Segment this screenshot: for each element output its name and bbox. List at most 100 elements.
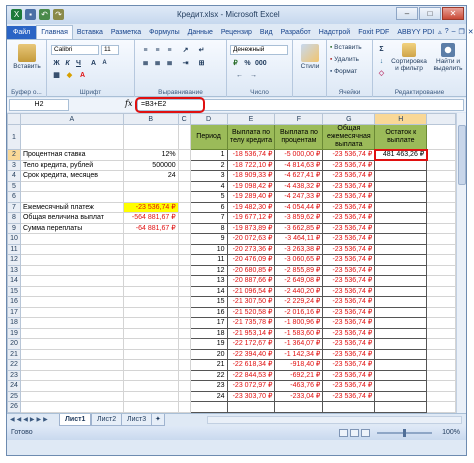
row-header[interactable]: 18 — [7, 317, 21, 329]
orientation-icon[interactable]: ↗ — [181, 46, 190, 55]
cell-i1[interactable] — [426, 124, 456, 150]
cell-interest[interactable]: -1 142,34 ₽ — [274, 348, 324, 360]
cell-c23[interactable] — [177, 369, 191, 381]
font-size-combo[interactable]: 11 — [101, 45, 119, 55]
cell-c12[interactable] — [177, 254, 191, 266]
cell-principal[interactable]: -19 289,40 ₽ — [226, 191, 276, 203]
cell-b24[interactable] — [122, 380, 179, 392]
cell-total[interactable] — [322, 401, 376, 413]
cell-total[interactable]: -23 536,74 ₽ — [322, 390, 376, 402]
header-period[interactable]: Период — [189, 124, 228, 150]
tab-abbyy[interactable]: ABBYY PDI — [393, 26, 438, 39]
paste-button[interactable]: Вставить — [11, 44, 43, 70]
cell-a25[interactable] — [19, 390, 124, 402]
help-icon[interactable]: ? — [445, 28, 449, 36]
row-header[interactable]: 20 — [7, 338, 21, 350]
cell-interest[interactable]: -5 000,00 ₽ — [274, 149, 324, 161]
fx-icon[interactable]: fx — [125, 99, 132, 108]
cell-remaining[interactable] — [374, 201, 428, 213]
cell-c3[interactable] — [177, 159, 191, 171]
scroll-thumb[interactable] — [458, 125, 466, 185]
cell-i6[interactable] — [426, 191, 456, 203]
cell-c25[interactable] — [177, 390, 191, 402]
insert-cells-button[interactable]: ▪ Вставить — [330, 44, 362, 51]
cell-total[interactable]: -23 536,74 ₽ — [322, 317, 376, 329]
cell-total[interactable]: -23 536,74 ₽ — [322, 254, 376, 266]
cell-total[interactable]: -23 536,74 ₽ — [322, 170, 376, 182]
cell-interest[interactable]: -4 247,33 ₽ — [274, 191, 324, 203]
cell-principal[interactable]: -19 482,30 ₽ — [226, 201, 276, 213]
cell-period[interactable]: 11 — [189, 254, 228, 266]
cell-remaining[interactable] — [374, 243, 428, 255]
row-header[interactable]: 24 — [7, 380, 21, 392]
normal-view-icon[interactable] — [339, 429, 348, 437]
column-header-f[interactable]: F — [274, 113, 324, 125]
cell-b6[interactable] — [122, 191, 179, 203]
cell-principal[interactable]: -22 844,53 ₽ — [226, 369, 276, 381]
cell-i21[interactable] — [426, 348, 456, 360]
cell-a10[interactable] — [19, 233, 124, 245]
row-header[interactable]: 9 — [7, 222, 21, 234]
cell-interest[interactable]: -1 583,60 ₽ — [274, 327, 324, 339]
cell-remaining[interactable] — [374, 296, 428, 308]
cell-i26[interactable] — [426, 401, 456, 413]
cell-total[interactable]: -23 536,74 ₽ — [322, 149, 376, 161]
cell-remaining[interactable] — [374, 159, 428, 171]
cell-i18[interactable] — [426, 317, 456, 329]
cell-c7[interactable] — [177, 201, 191, 213]
cell-i4[interactable] — [426, 170, 456, 182]
cell-period[interactable]: 3 — [189, 170, 228, 182]
align-bottom-icon[interactable]: ≡ — [165, 46, 174, 55]
cell-a9[interactable]: Сумма переплаты — [19, 222, 124, 234]
cell-c1[interactable] — [177, 124, 191, 150]
align-top-icon[interactable]: ≡ — [141, 46, 150, 55]
cell-a5[interactable] — [19, 180, 124, 192]
cell-period[interactable]: 1 — [189, 149, 228, 161]
row-header[interactable]: 2 — [7, 149, 21, 161]
cell-i15[interactable] — [426, 285, 456, 297]
cell-total[interactable]: -23 536,74 ₽ — [322, 212, 376, 224]
selected-cell-h2[interactable]: 481 463,26 ₽ — [373, 148, 428, 161]
cell-a17[interactable] — [19, 306, 124, 318]
cell-i11[interactable] — [426, 243, 456, 255]
cell-a14[interactable] — [19, 275, 124, 287]
cell-interest[interactable]: -2 229,24 ₽ — [274, 296, 324, 308]
cell-total[interactable]: -23 536,74 ₽ — [322, 369, 376, 381]
cell-b1[interactable] — [122, 124, 179, 150]
cell-period[interactable] — [189, 401, 228, 413]
cell-period[interactable]: 9 — [189, 233, 228, 245]
cell-remaining[interactable] — [374, 170, 428, 182]
row-header[interactable]: 22 — [7, 359, 21, 371]
autosum-icon[interactable]: Σ — [377, 45, 386, 54]
cell-interest[interactable] — [274, 401, 324, 413]
cell-total[interactable]: -23 536,74 ₽ — [322, 380, 376, 392]
cell-interest[interactable]: -3 464,11 ₽ — [274, 233, 324, 245]
tab-data[interactable]: Данные — [184, 26, 217, 39]
row-header[interactable]: 19 — [7, 327, 21, 339]
redo-icon[interactable]: ↷ — [53, 9, 64, 20]
align-right-icon[interactable]: ≣ — [165, 59, 174, 68]
cell-remaining[interactable] — [374, 180, 428, 192]
cell-a22[interactable] — [19, 359, 124, 371]
tab-addins[interactable]: Надстрой — [315, 26, 354, 39]
vertical-scrollbar[interactable] — [456, 113, 466, 413]
cell-c17[interactable] — [177, 306, 191, 318]
cell-interest[interactable]: -692,21 ₽ — [274, 369, 324, 381]
cell-period[interactable]: 15 — [189, 296, 228, 308]
column-header-b[interactable]: B — [122, 113, 179, 125]
cell-remaining[interactable] — [374, 369, 428, 381]
page-break-view-icon[interactable] — [361, 429, 370, 437]
column-header-e[interactable]: E — [226, 113, 276, 125]
cell-b22[interactable] — [122, 359, 179, 371]
cell-interest[interactable]: -4 814,63 ₽ — [274, 159, 324, 171]
column-header-h[interactable]: H — [374, 113, 428, 125]
cell-a18[interactable] — [19, 317, 124, 329]
cell-c11[interactable] — [177, 243, 191, 255]
currency-icon[interactable]: ₽ — [231, 59, 240, 68]
sheet-nav-arrows-icon[interactable]: ◀◀◀▶▶▶ — [10, 416, 50, 423]
cell-principal[interactable]: -22 172,67 ₽ — [226, 338, 276, 350]
cell-remaining[interactable] — [374, 380, 428, 392]
cell-total[interactable]: -23 536,74 ₽ — [322, 180, 376, 192]
cell-total[interactable]: -23 536,74 ₽ — [322, 327, 376, 339]
cell-c26[interactable] — [177, 401, 191, 413]
